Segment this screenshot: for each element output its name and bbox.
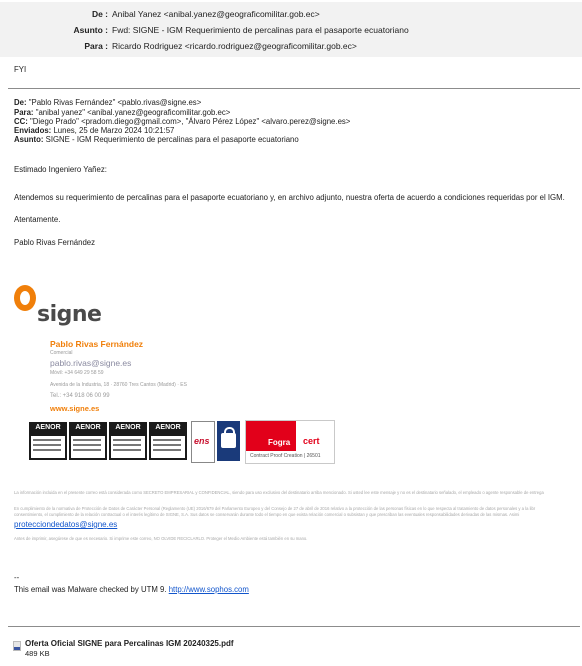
body-paragraph: Atendemos su requerimiento de percalinas… [14,193,565,202]
original-from-label: De: [14,98,27,107]
signer-name: Pablo Rivas Fernández [14,238,96,247]
signature-web[interactable]: www.signe.es [50,404,99,413]
signe-logo-icon [14,285,36,311]
signature-mobile: Móvil: +34 649 29 58 59 [50,370,104,376]
forward-from-label: De : [91,9,108,19]
forward-to-label: Para : [84,41,108,51]
greeting: Estimado Ingeniero Yañez: [14,165,107,174]
original-sent-label: Enviados: [14,126,52,135]
original-subject-label: Asunto: [14,135,44,144]
signature-address: Avenida de la Industria, 18 · 28760 Tres… [50,382,187,388]
original-to-row: Para: "anibal yanez" <anibal.yanez@geogr… [14,108,230,117]
original-subject-row: Asunto: SIGNE - IGM Requerimiento de per… [14,135,299,144]
fogra-label: Fogra [268,438,291,447]
fogra-bottom-text: Contract Proof Creation | 26501 [250,453,321,459]
original-cc-label: CC: [14,117,28,126]
forward-subject-value: Fwd: SIGNE - IGM Requerimiento de percal… [112,25,409,35]
forward-subject-label: Asunto : [73,25,108,35]
data-protection-link[interactable]: protecciondedatos@signe.es [14,520,117,529]
original-from-row: De: "Pablo Rivas Fernández" <pablo.rivas… [14,98,201,107]
original-cc-row: CC: "Diego Prado" <pradom.diego@gmail.co… [14,117,350,126]
cert-label: cert [303,436,320,446]
forward-to-value[interactable]: Ricardo Rodriguez <ricardo.rodriguez@geo… [112,41,357,52]
sophos-link[interactable]: http://www.sophos.com [169,585,249,594]
original-cc-value[interactable]: "Diego Prado" <pradom.diego@gmail.com>, … [30,117,350,126]
original-sent-row: Enviados: Lunes, 25 de Marzo 2024 10:21:… [14,126,174,135]
aenor-badge: AENOR [29,422,67,460]
divider [8,88,580,89]
ens-badge: ens [191,421,215,463]
signature-email[interactable]: pablo.rivas@signe.es [50,358,131,368]
disclaimer-line: En cumplimiento de la normativa de Prote… [14,506,536,511]
closing: Atentamente. [14,215,61,224]
aenor-badge: AENOR [149,422,187,460]
original-to-label: Para: [14,108,34,117]
original-from-value[interactable]: "Pablo Rivas Fernández" <pablo.rivas@sig… [29,98,202,107]
attachment-row[interactable]: Oferta Oficial SIGNE para Percalinas IGM… [25,639,234,648]
attachment-size: 489 KB [25,649,50,658]
forward-to-row: Para : Ricardo Rodriguez <ricardo.rodrig… [0,41,582,52]
forward-subject-row: Asunto : Fwd: SIGNE - IGM Requerimiento … [0,25,582,36]
original-sent-value: Lunes, 25 de Marzo 2024 10:21:57 [53,126,175,135]
attachment-name[interactable]: Oferta Oficial SIGNE para Percalinas IGM… [25,639,234,648]
ens-label: ens [194,436,210,446]
forward-from-row: De : Anibal Yanez <anibal.yanez@geografi… [0,9,582,20]
original-to-value[interactable]: "anibal yanez" <anibal.yanez@geograficom… [36,108,231,117]
aenor-badge: AENOR [69,422,107,460]
disclaimer-line: consentimiento, el cumplimiento de la re… [14,512,520,517]
lock-icon [217,421,240,461]
disclaimer-line: La información incluida en el presente c… [14,490,544,495]
fyi-text: FYI [14,65,27,74]
aenor-badge: AENOR [109,422,147,460]
aenor-badge-title: AENOR [115,424,141,431]
signe-logo-text: signe [37,302,102,327]
signature-name: Pablo Rivas Fernández [50,339,144,349]
disclaimer-line: Antes de imprimir, asegúrese de que es n… [14,536,308,541]
malware-note: This email was Malware checked by UTM 9.… [14,585,249,594]
signature-dashes: -- [14,573,20,582]
signature-role: Comercial [50,350,73,356]
forward-from-value[interactable]: Anibal Yanez <anibal.yanez@geograficomil… [112,9,320,20]
original-subject-value: SIGNE - IGM Requerimiento de percalinas … [45,135,299,144]
aenor-badge-title: AENOR [155,424,181,431]
fogra-cert-badge: Fogra cert Contract Proof Creation | 265… [245,420,335,464]
signature-phone: Tel.: +34 918 06 00 99 [50,393,110,399]
malware-text: This email was Malware checked by UTM 9. [14,585,167,594]
aenor-badge-title: AENOR [35,424,61,431]
pdf-file-icon [13,641,21,651]
aenor-badge-title: AENOR [75,424,101,431]
attachment-divider [8,626,580,627]
